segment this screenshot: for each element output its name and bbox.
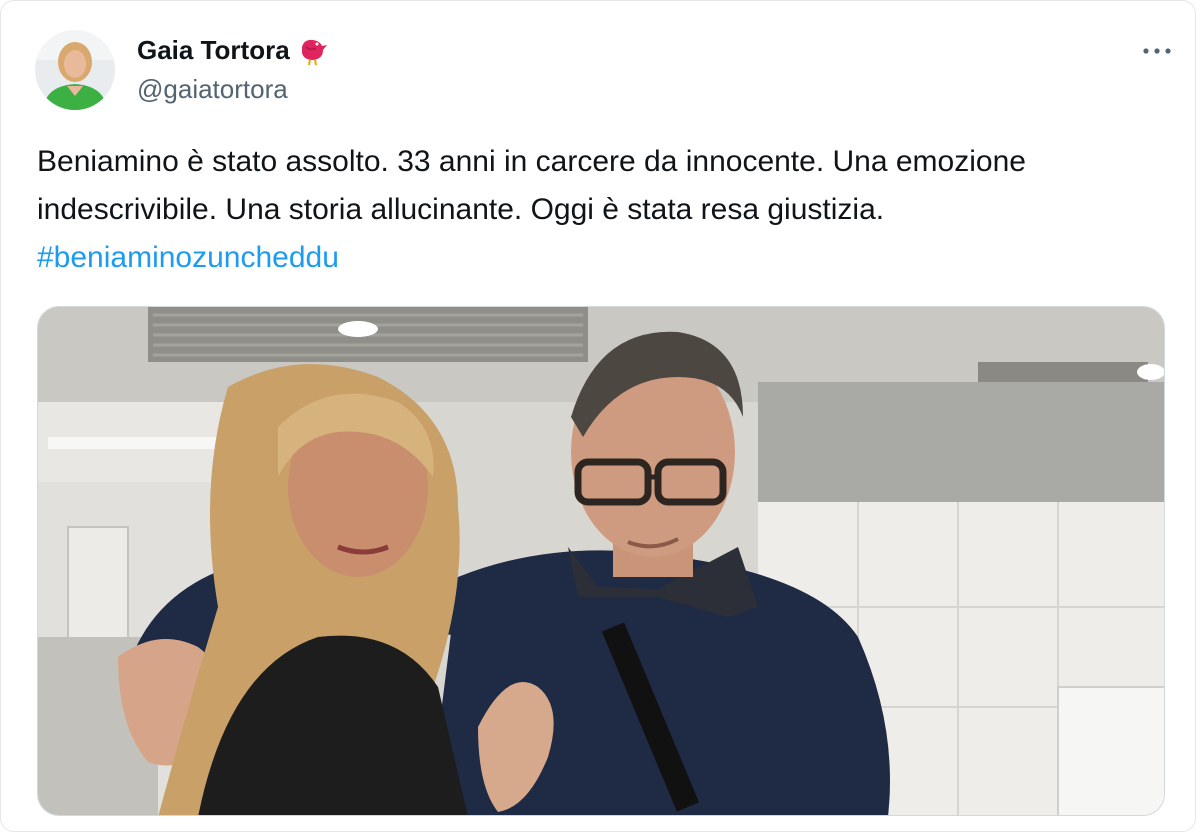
tweet-body-text: Beniamino è stato assolto. 33 anni in ca… <box>37 145 1026 226</box>
tweet-photo[interactable] <box>37 306 1165 816</box>
avatar-image <box>35 30 115 110</box>
more-options-button[interactable] <box>1137 31 1177 71</box>
tweet-card[interactable]: Gaia Tortora @gaiatortora Beniamino è st… <box>0 0 1196 832</box>
red-bird-icon <box>296 33 330 67</box>
author-display-name[interactable]: Gaia Tortora <box>137 35 290 65</box>
hashtag-link[interactable]: #beniaminozuncheddu <box>37 241 339 274</box>
tweet-text: Beniamino è stato assolto. 33 anni in ca… <box>37 138 1157 282</box>
photo-image <box>38 307 1164 815</box>
author-name-row: Gaia Tortora <box>137 33 330 67</box>
author-handle[interactable]: @gaiatortora <box>137 74 288 104</box>
more-options-icon <box>1143 48 1171 54</box>
author-avatar[interactable] <box>35 30 115 110</box>
